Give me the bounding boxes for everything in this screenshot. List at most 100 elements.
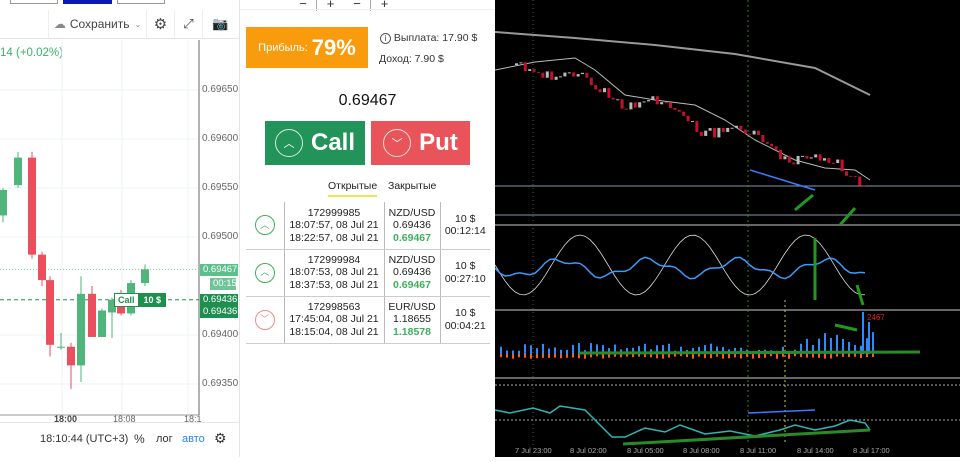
chevron-up-icon: ︿ bbox=[255, 215, 275, 235]
save-button[interactable]: ☁ Сохранить ⌄ bbox=[48, 10, 146, 38]
price-tick: 0.69350 bbox=[202, 378, 238, 389]
auto-toggle[interactable]: авто bbox=[182, 433, 205, 445]
mt4-candle bbox=[788, 156, 791, 162]
percent-toggle[interactable]: % bbox=[134, 432, 145, 446]
mt4-candle bbox=[748, 134, 751, 135]
current-price-tag: 0.69467 bbox=[200, 264, 238, 276]
open-time: 18:07:53, 08 Jul 21 bbox=[285, 266, 384, 279]
arrow-annotation bbox=[795, 195, 813, 210]
volume-bar bbox=[512, 351, 514, 354]
trade-row[interactable]: ︿ 172999985 18:07:57, 08 Jul 21 18:22:57, … bbox=[246, 202, 490, 249]
mt4-candle bbox=[801, 156, 804, 157]
price-tick: 0.69600 bbox=[202, 133, 238, 144]
mt4-candle bbox=[735, 126, 738, 128]
current-price: 0.69467 bbox=[385, 279, 440, 292]
amount: 10 $ bbox=[441, 213, 491, 226]
volume-bar bbox=[548, 349, 550, 354]
top-tab[interactable] bbox=[117, 0, 165, 4]
mt4-candle bbox=[541, 73, 544, 78]
mt4-candle bbox=[814, 154, 817, 157]
mt4-candle bbox=[629, 102, 632, 109]
countdown-tag: 00:15 bbox=[210, 278, 236, 290]
chart-toolbar: ☁ Сохранить ⌄ ⚙ ⤢ 📷 bbox=[0, 10, 240, 39]
camera-icon[interactable]: 📷 bbox=[202, 10, 238, 38]
open-price: 0.69436 bbox=[385, 266, 440, 279]
top-tab-active[interactable] bbox=[63, 0, 112, 4]
cloud-icon: ☁ bbox=[54, 17, 66, 31]
mt4-candle bbox=[563, 73, 566, 77]
mt4-candle bbox=[616, 99, 619, 100]
candle-body bbox=[57, 347, 65, 348]
mt4-candle bbox=[819, 154, 822, 160]
mt4-chart[interactable]: 2467 7 Jul 23:00 8 Jul 02:00 8 Jul 05:00 8 … bbox=[495, 0, 960, 457]
mt4-candle bbox=[709, 128, 712, 131]
tab-closed[interactable]: Закрытые bbox=[388, 180, 436, 192]
mt4-candle bbox=[665, 102, 668, 103]
time-label: 8 Jul 08:00 bbox=[683, 446, 720, 455]
chart-bottom-bar: 18:10:44 (UTC+3) % лог авто ⚙ bbox=[0, 422, 240, 457]
tab-open[interactable]: Открытые bbox=[328, 180, 377, 197]
mt4-candle bbox=[832, 163, 835, 164]
info-icon[interactable]: i bbox=[380, 33, 391, 44]
trade-row[interactable]: ︿ 172999984 18:07:53, 08 Jul 21 18:37:53, … bbox=[246, 249, 490, 296]
chevron-up-icon: ︿ bbox=[255, 263, 275, 283]
current-price: 0.69467 bbox=[240, 92, 495, 110]
mt4-candle bbox=[858, 177, 861, 186]
trade-marker[interactable]: Call 10 $ bbox=[114, 293, 166, 307]
close-time: 18:37:53, 08 Jul 21 bbox=[285, 279, 384, 292]
mt4-candle bbox=[766, 142, 769, 144]
price-chart-panel[interactable]: ☁ Сохранить ⌄ ⚙ ⤢ 📷 14 (+0.02%) 0.69650 0… bbox=[0, 0, 240, 457]
candle-body bbox=[67, 347, 75, 366]
timer: 00:04:21 bbox=[441, 320, 491, 333]
mt4-candle bbox=[841, 160, 844, 172]
mt4-candle bbox=[687, 116, 690, 121]
volume-bar bbox=[500, 347, 502, 354]
log-toggle[interactable]: лог bbox=[156, 433, 173, 445]
settings-gear-icon[interactable]: ⚙ bbox=[214, 430, 227, 447]
mt4-candle bbox=[797, 156, 800, 164]
trade-id: 172999985 bbox=[285, 207, 384, 220]
current-price: 0.69467 bbox=[385, 232, 440, 245]
mt4-candle bbox=[770, 144, 773, 147]
fullscreen-icon[interactable]: ⤢ bbox=[174, 10, 202, 38]
trade-row[interactable]: ﹀ 172998563 17:45:04, 08 Jul 21 18:15:04, … bbox=[246, 296, 490, 343]
put-button[interactable]: ﹀ Put bbox=[371, 121, 470, 165]
mt4-candle bbox=[577, 74, 580, 76]
timer: 00:27:10 bbox=[441, 273, 491, 286]
open-price: 0.69436 bbox=[385, 219, 440, 232]
settings-gear-icon[interactable]: ⚙ bbox=[146, 10, 174, 38]
mt4-candle bbox=[726, 128, 729, 132]
indicator-chart[interactable] bbox=[495, 0, 960, 457]
clock: 18:10:44 (UTC+3) bbox=[40, 433, 128, 445]
open-price-tag: 0.69436 bbox=[200, 306, 238, 318]
close-time: 18:22:57, 08 Jul 21 bbox=[285, 232, 384, 245]
price-tick: 0.69400 bbox=[202, 329, 238, 340]
mt4-candle bbox=[599, 89, 602, 92]
profit-badge: Прибыль: 79% bbox=[246, 27, 368, 68]
top-tab[interactable] bbox=[10, 0, 58, 4]
mt4-candle bbox=[731, 128, 734, 129]
price-tick: 0.69650 bbox=[202, 84, 238, 95]
pair: NZD/USD bbox=[385, 207, 440, 220]
mt4-candle bbox=[744, 130, 747, 134]
volume-bar bbox=[530, 345, 532, 354]
mt4-candle bbox=[555, 77, 558, 80]
income: Доход: 7.90 $ bbox=[379, 53, 444, 65]
mt4-candle bbox=[515, 63, 518, 65]
mt4-candle bbox=[572, 72, 575, 76]
candle-body bbox=[141, 269, 149, 283]
candle-body bbox=[14, 158, 22, 185]
volume-label: 2467 bbox=[867, 313, 885, 322]
candle-body bbox=[0, 190, 7, 215]
mt4-candle bbox=[854, 176, 857, 177]
open-price-tag: 0.69436 bbox=[200, 294, 238, 306]
trades-table: ︿ 172999985 18:07:57, 08 Jul 21 18:22:57, … bbox=[246, 202, 490, 344]
candle-body bbox=[46, 280, 54, 345]
time-label: 8 Jul 17:00 bbox=[853, 446, 890, 455]
arrow-annotation bbox=[835, 325, 857, 330]
mt4-candle bbox=[568, 72, 571, 73]
mt4-candle bbox=[695, 121, 698, 132]
volume-bar bbox=[506, 351, 508, 354]
call-button[interactable]: ︿ Call bbox=[265, 121, 365, 165]
mt4-candle bbox=[775, 146, 778, 149]
